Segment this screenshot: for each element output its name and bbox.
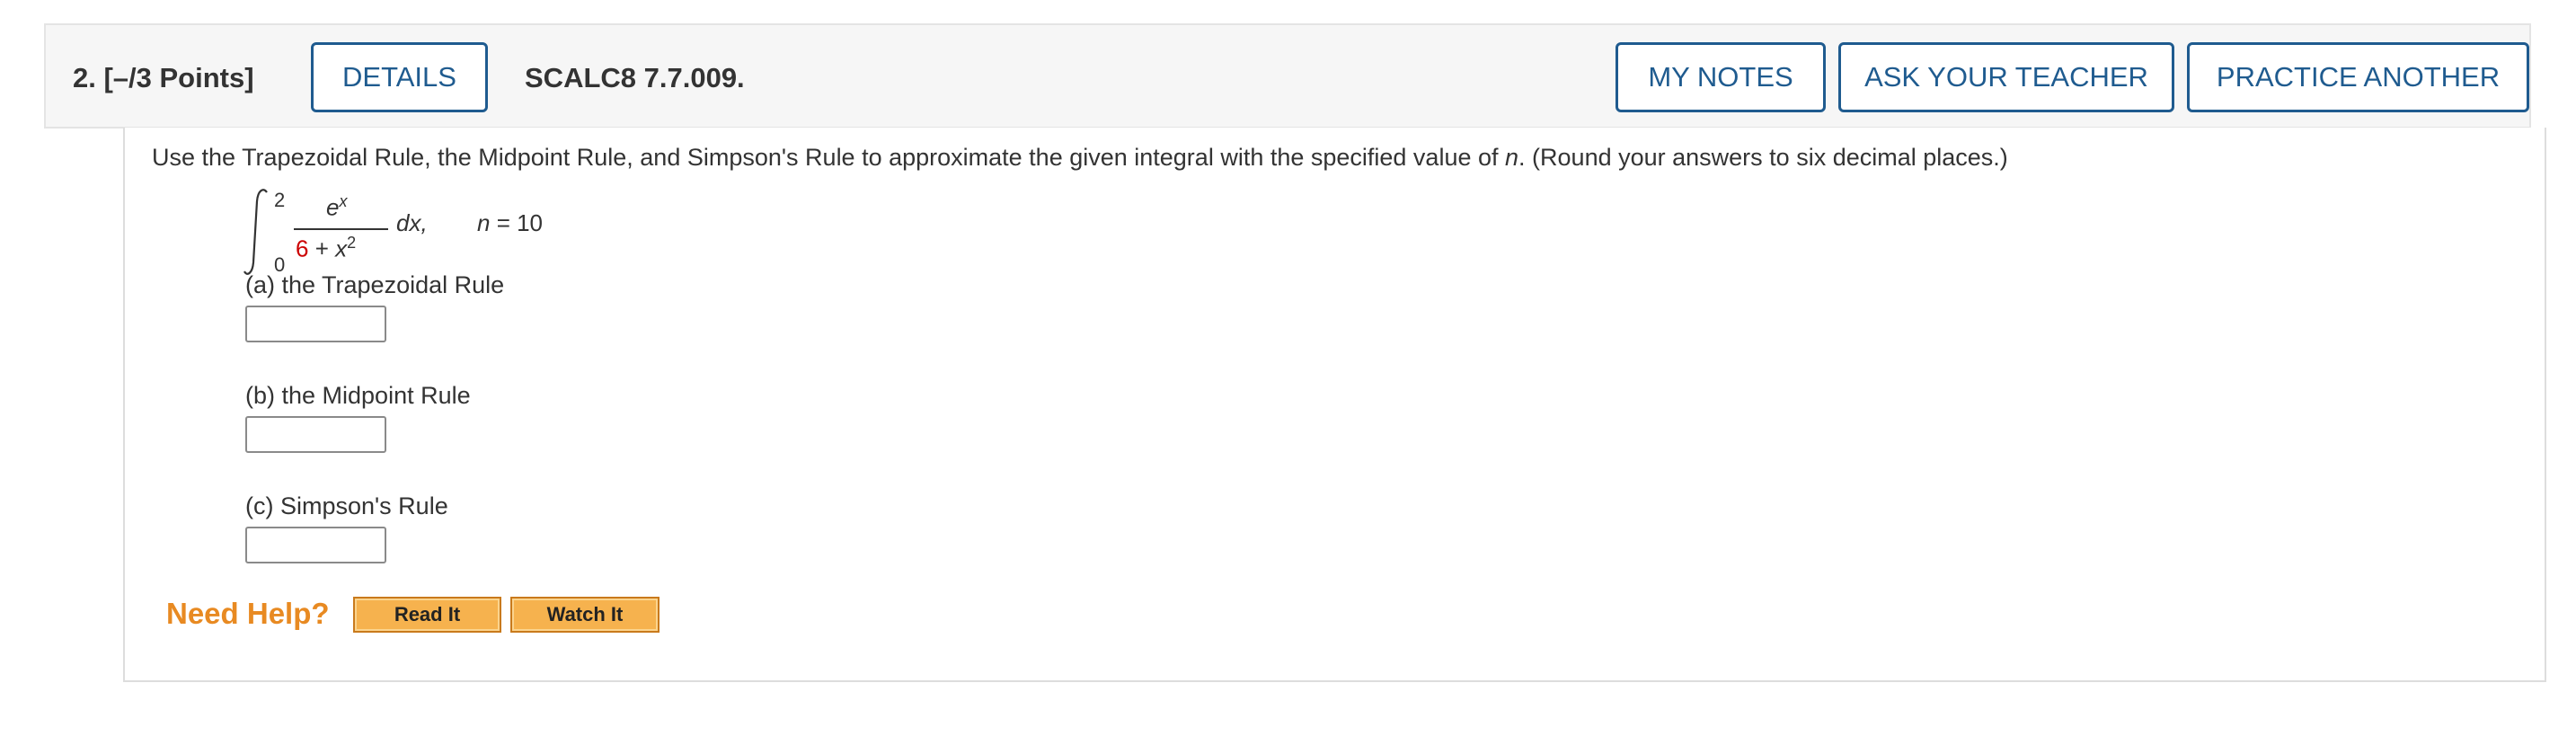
my-notes-button[interactable]: MY NOTES [1616,42,1826,112]
prompt-variable: n [1505,144,1519,171]
denominator-exponent: 2 [347,234,357,252]
integrand-denominator: 6 + x2 [296,234,356,263]
integral-expression: 2 0 ex 6 + x2 dx, n = 10 [243,183,693,282]
question-prompt: Use the Trapezoidal Rule, the Midpoint R… [152,144,2008,172]
prompt-text-before: Use the Trapezoidal Rule, the Midpoint R… [152,144,1506,171]
n-equals: = 10 [490,209,544,236]
part-b-answer-input[interactable] [245,416,386,453]
n-variable: n [477,209,491,236]
part-a-label: (a) the Trapezoidal Rule [245,271,505,298]
differential: dx, [396,209,428,236]
prompt-text-after: . (Round your answers to six decimal pla… [1518,144,2008,171]
integrand-numerator: ex [326,192,347,222]
need-help-label: Need Help? [166,597,330,630]
question-header: 2. [–/3 Points] DETAILS SCALC8 7.7.009. … [44,23,2531,129]
part-c-label: (c) Simpson's Rule [245,492,448,519]
details-button[interactable]: DETAILS [311,42,488,112]
question-body: Use the Trapezoidal Rule, the Midpoint R… [123,128,2546,682]
part-c-answer-input[interactable] [245,527,386,563]
fraction-bar [294,228,388,230]
n-value: n = 10 [477,209,543,237]
question-reference: SCALC8 7.7.009. [525,62,745,93]
denominator-constant: 6 [296,235,309,262]
denominator-operator: + [308,235,336,262]
denominator-variable: x [335,235,348,262]
question-number: 2. [–/3 Points] [73,62,254,93]
part-b-label: (b) the Midpoint Rule [245,382,471,409]
ask-teacher-button[interactable]: ASK YOUR TEACHER [1838,42,2174,112]
numerator-base: e [326,193,340,221]
numerator-exponent: x [339,192,348,210]
read-it-button[interactable]: Read It [353,597,501,633]
upper-limit: 2 [274,189,286,211]
integral-sign-icon [243,189,268,275]
watch-it-button[interactable]: Watch It [510,597,659,633]
practice-another-button[interactable]: PRACTICE ANOTHER [2187,42,2529,112]
part-a-answer-input[interactable] [245,306,386,342]
